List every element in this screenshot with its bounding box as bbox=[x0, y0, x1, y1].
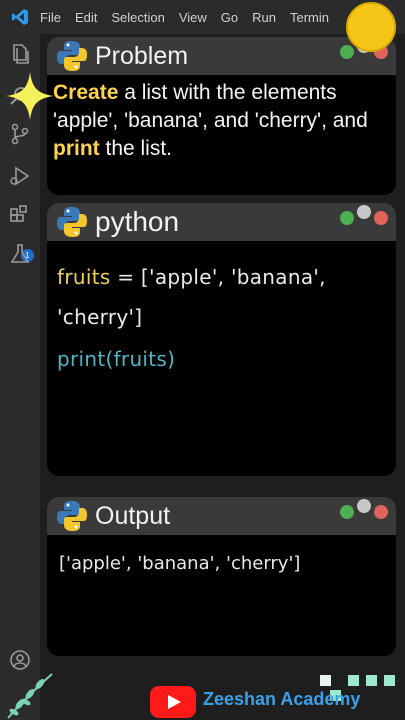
keyword-create: Create bbox=[53, 81, 119, 104]
white-dot-icon bbox=[357, 205, 371, 219]
explorer-icon[interactable] bbox=[8, 42, 32, 66]
problem-description: Create a list with the elements 'apple',… bbox=[47, 75, 396, 169]
run-debug-icon[interactable] bbox=[8, 164, 32, 188]
code-title: python bbox=[95, 206, 180, 237]
python-logo-icon bbox=[57, 41, 87, 71]
green-dot-icon bbox=[340, 45, 354, 59]
square-decoration bbox=[348, 675, 359, 686]
menu-go[interactable]: Go bbox=[221, 10, 238, 25]
white-dot-icon bbox=[357, 499, 371, 513]
python-logo-icon bbox=[57, 501, 87, 531]
source-control-icon[interactable] bbox=[8, 122, 32, 146]
menu-file[interactable]: File bbox=[40, 10, 61, 25]
menu-run[interactable]: Run bbox=[252, 10, 276, 25]
window-controls bbox=[337, 205, 388, 225]
problem-title: Problem bbox=[95, 41, 189, 70]
square-decoration bbox=[366, 675, 377, 686]
code-line-2: 'cherry'] bbox=[57, 305, 143, 329]
square-decoration bbox=[320, 675, 331, 686]
green-dot-icon bbox=[340, 505, 354, 519]
red-dot-icon bbox=[374, 211, 388, 225]
menu-terminal[interactable]: Termin bbox=[290, 10, 329, 25]
extensions-icon[interactable] bbox=[8, 204, 32, 228]
activity-bar: 1 bbox=[0, 34, 40, 720]
code-line-3: print(fruits) bbox=[57, 347, 176, 371]
red-dot-icon bbox=[374, 505, 388, 519]
youtube-logo-icon[interactable] bbox=[150, 686, 196, 718]
testing-flask-icon[interactable] bbox=[8, 242, 32, 266]
python-logo-icon bbox=[57, 207, 87, 237]
output-result: ['apple', 'banana', 'cherry'] bbox=[59, 553, 301, 574]
brand-name[interactable]: Zeeshan Academy bbox=[203, 689, 360, 710]
green-dot-icon bbox=[340, 211, 354, 225]
problem-panel-header: Problem bbox=[47, 37, 396, 75]
window-controls bbox=[337, 499, 388, 519]
menu-edit[interactable]: Edit bbox=[75, 10, 97, 25]
menu-view[interactable]: View bbox=[179, 10, 207, 25]
sparkle-star-icon bbox=[6, 72, 54, 120]
leaf-decoration-icon bbox=[7, 673, 53, 719]
menu-bar: File Edit Selection View Go Run Termin p bbox=[0, 0, 405, 34]
code-line-1: fruits = ['apple', 'banana', bbox=[57, 265, 396, 289]
problem-text-part2: the list. bbox=[99, 137, 173, 160]
yellow-circle-decoration bbox=[346, 2, 396, 52]
output-panel-header: Output bbox=[47, 497, 396, 535]
problem-panel: Problem Create a list with the elements … bbox=[47, 37, 396, 195]
code-panel: python fruits = ['apple', 'banana', 'che… bbox=[47, 203, 396, 476]
code-panel-header: python bbox=[47, 203, 396, 241]
keyword-print: print bbox=[53, 137, 100, 160]
vscode-logo-icon bbox=[0, 0, 40, 34]
square-decoration bbox=[384, 675, 395, 686]
code-variable: fruits bbox=[57, 265, 111, 289]
code-assignment: = ['apple', 'banana', bbox=[110, 265, 326, 289]
menu-selection[interactable]: Selection bbox=[111, 10, 164, 25]
output-panel: Output ['apple', 'banana', 'cherry'] bbox=[47, 497, 396, 656]
output-title: Output bbox=[95, 501, 171, 530]
